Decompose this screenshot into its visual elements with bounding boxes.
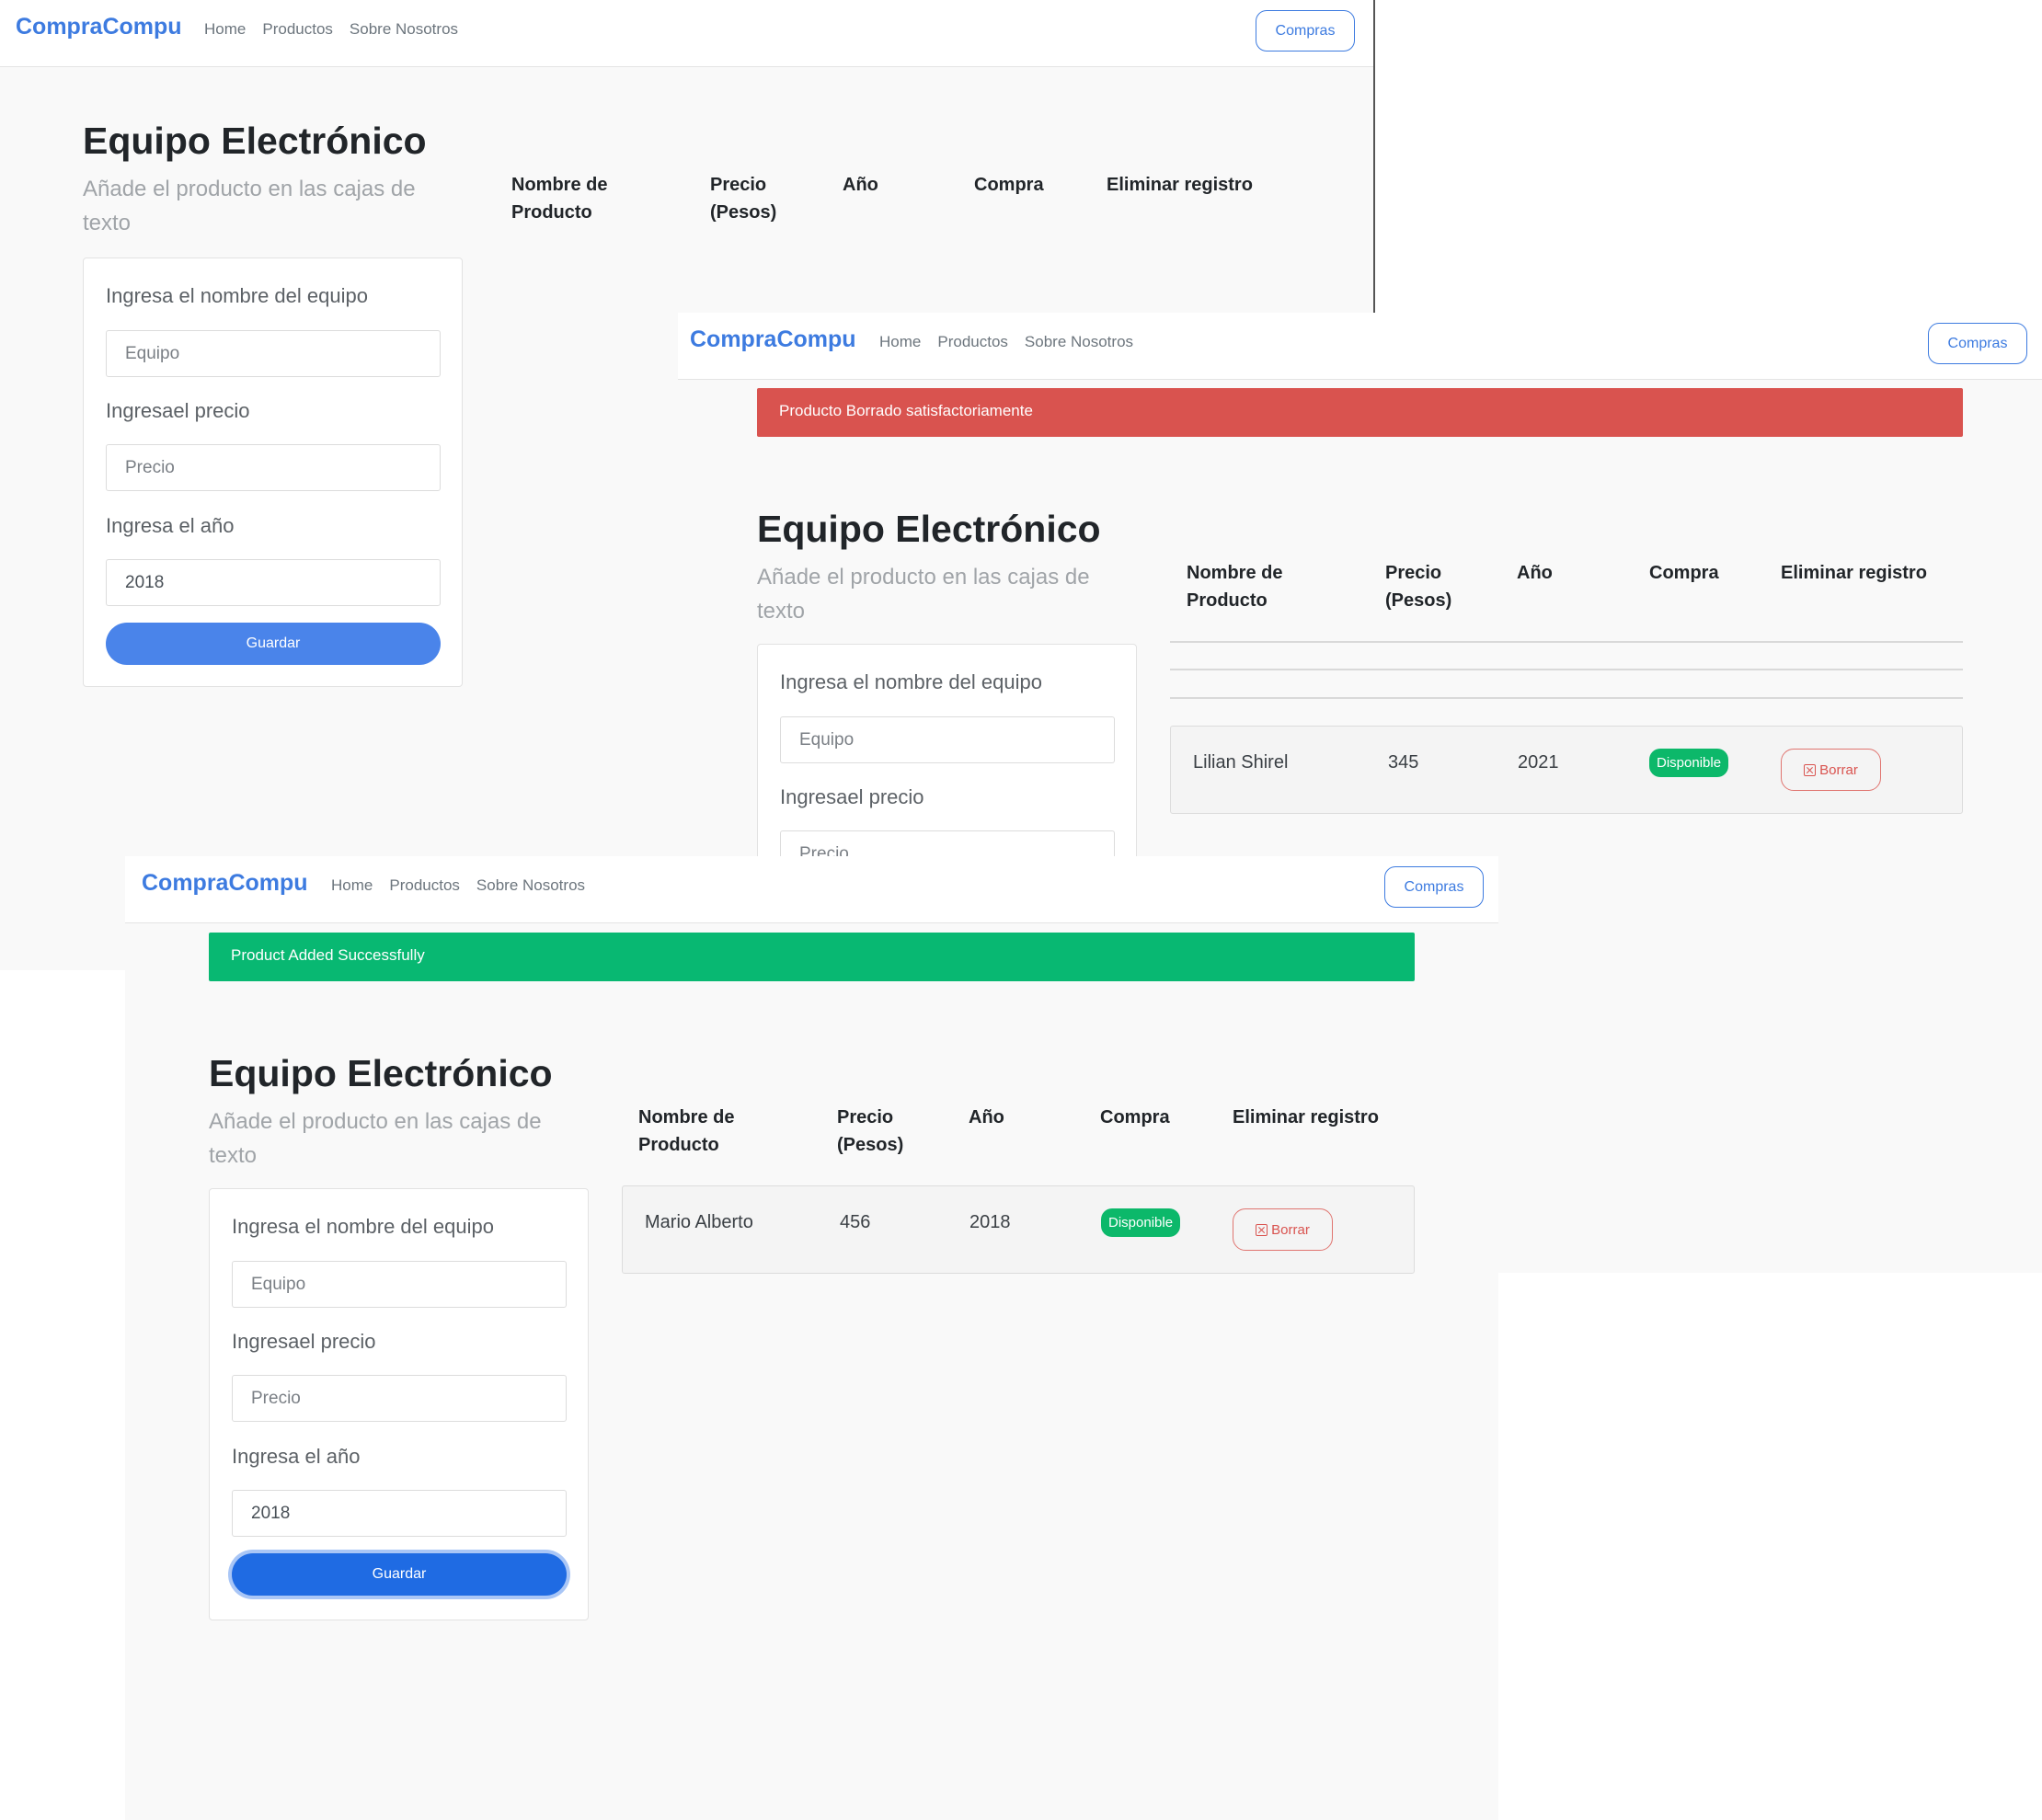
year-label: Ingresa el año	[232, 1445, 361, 1468]
cell-price: 345	[1388, 752, 1419, 773]
name-label: Ingresa el nombre del equipo	[780, 670, 1042, 693]
price-label: Ingresael precio	[106, 399, 250, 422]
page-title: Equipo Electrónico	[83, 120, 427, 162]
alert-added: Product Added Successfully	[209, 933, 1415, 981]
x-square-icon	[1804, 763, 1817, 776]
page-subtitle: Añade el producto en las cajas de texto	[83, 177, 416, 235]
borrar-button[interactable]: Borrar	[1233, 1208, 1333, 1251]
th-anio: Año	[1517, 563, 1553, 583]
table-divider	[1170, 669, 1963, 670]
nav-links: Home Productos Sobre Nosotros	[879, 333, 1133, 351]
status-badge: Disponible	[1101, 1208, 1181, 1237]
nav-sobre-nosotros[interactable]: Sobre Nosotros	[476, 876, 585, 895]
cell-year: 2018	[969, 1212, 1011, 1232]
th-compra: Compra	[1649, 563, 1719, 583]
nav-home[interactable]: Home	[331, 876, 373, 895]
page-subtitle: Añade el producto en las cajas de texto	[209, 1109, 542, 1168]
table-row: Lilian Shirel 345 2021 Disponible Borrar	[1170, 726, 1963, 814]
product-form: Ingresa el nombre del equipo Ingresael p…	[209, 1188, 589, 1620]
status-badge: Disponible	[1649, 749, 1729, 777]
compras-button[interactable]: Compras	[1928, 323, 2027, 364]
th-eliminar: Eliminar registro	[1781, 563, 1927, 583]
page-title: Equipo Electrónico	[209, 1052, 553, 1094]
guardar-button[interactable]: Guardar	[232, 1553, 567, 1596]
nav-productos[interactable]: Productos	[937, 333, 1008, 351]
cell-name: Mario Alberto	[645, 1212, 753, 1232]
th-anio: Año	[969, 1107, 1004, 1127]
th-nombre: Nombre de Producto	[638, 1107, 735, 1155]
name-label: Ingresa el nombre del equipo	[232, 1215, 494, 1238]
th-precio: Precio (Pesos)	[710, 175, 777, 223]
nav-home[interactable]: Home	[204, 20, 246, 39]
cell-year: 2021	[1518, 752, 1559, 773]
nav-productos[interactable]: Productos	[389, 876, 460, 895]
th-nombre: Nombre de Producto	[1187, 563, 1283, 611]
th-anio: Año	[843, 175, 878, 195]
screenshot-added: CompraCompu Home Productos Sobre Nosotro…	[125, 856, 1498, 1820]
th-nombre: Nombre de Producto	[511, 175, 608, 223]
th-compra: Compra	[974, 175, 1044, 195]
price-label: Ingresael precio	[232, 1330, 376, 1353]
year-label: Ingresa el año	[106, 514, 235, 537]
nav-links: Home Productos Sobre Nosotros	[204, 20, 458, 39]
compras-button[interactable]: Compras	[1256, 10, 1355, 52]
th-eliminar: Eliminar registro	[1233, 1107, 1379, 1127]
navbar: CompraCompu Home Productos Sobre Nosotro…	[0, 0, 1373, 67]
guardar-button[interactable]: Guardar	[106, 623, 441, 665]
name-label: Ingresa el nombre del equipo	[106, 284, 368, 307]
th-eliminar: Eliminar registro	[1107, 175, 1253, 195]
th-precio: Precio (Pesos)	[1385, 563, 1452, 611]
nav-home[interactable]: Home	[879, 333, 921, 351]
nav-productos[interactable]: Productos	[262, 20, 333, 39]
price-input[interactable]	[232, 1375, 567, 1422]
name-input[interactable]	[106, 330, 441, 377]
x-square-icon	[1256, 1223, 1268, 1236]
cell-name: Lilian Shirel	[1193, 752, 1289, 773]
navbar: CompraCompu Home Productos Sobre Nosotro…	[125, 856, 1498, 923]
nav-links: Home Productos Sobre Nosotros	[331, 876, 585, 895]
cell-price: 456	[840, 1212, 871, 1232]
navbar: CompraCompu Home Productos Sobre Nosotro…	[678, 313, 2042, 380]
brand-logo[interactable]: CompraCompu	[142, 870, 308, 897]
table-row: Mario Alberto 456 2018 Disponible Borrar	[622, 1185, 1415, 1274]
th-precio: Precio (Pesos)	[837, 1107, 904, 1155]
alert-deleted: Producto Borrado satisfactoriamente	[757, 388, 1963, 437]
price-input[interactable]	[106, 444, 441, 491]
page-title: Equipo Electrónico	[757, 508, 1101, 550]
brand-logo[interactable]: CompraCompu	[16, 14, 182, 40]
borrar-label: Borrar	[1271, 1221, 1310, 1238]
name-input[interactable]	[780, 716, 1115, 763]
borrar-label: Borrar	[1819, 761, 1858, 778]
nav-sobre-nosotros[interactable]: Sobre Nosotros	[350, 20, 458, 39]
table-divider	[1170, 697, 1963, 699]
price-label: Ingresael precio	[780, 785, 924, 808]
th-compra: Compra	[1100, 1107, 1170, 1127]
compras-button[interactable]: Compras	[1384, 866, 1484, 908]
product-form: Ingresa el nombre del equipo Ingresael p…	[83, 258, 463, 687]
nav-sobre-nosotros[interactable]: Sobre Nosotros	[1025, 333, 1133, 351]
year-input[interactable]	[106, 559, 441, 606]
borrar-button[interactable]: Borrar	[1781, 749, 1881, 791]
year-input[interactable]	[232, 1490, 567, 1537]
brand-logo[interactable]: CompraCompu	[690, 326, 856, 353]
table-divider	[1170, 641, 1963, 643]
page-subtitle: Añade el producto en las cajas de texto	[757, 565, 1090, 624]
name-input[interactable]	[232, 1261, 567, 1308]
